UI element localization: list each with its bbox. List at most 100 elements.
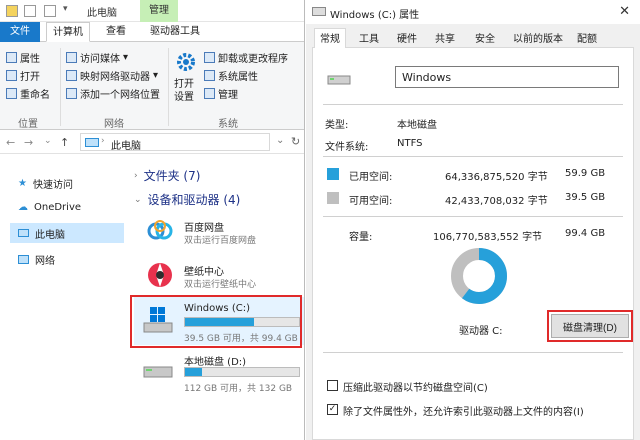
divider xyxy=(323,156,623,157)
group-location-label: 位置 xyxy=(18,119,38,130)
wallpaper-center-icon xyxy=(148,263,172,287)
refresh-icon[interactable]: ↻ xyxy=(291,135,300,148)
file-explorer-window: ▾ 此电脑 管理 文件 计算机 查看 驱动器工具 属性 打开 重命名 位置 访问… xyxy=(0,0,305,440)
map-network-drive-button[interactable]: 映射网络驱动器 ▾ xyxy=(66,68,158,83)
access-media-button[interactable]: 访问媒体 ▾ xyxy=(66,50,128,65)
tab-previous-versions[interactable]: 以前的版本 xyxy=(508,31,568,48)
dialog-tabs: 常规 工具 硬件 共享 安全 以前的版本 配额 xyxy=(312,28,634,49)
ribbon: 属性 打开 重命名 位置 访问媒体 ▾ 映射网络驱动器 ▾ 添加一个网络位置 网络 … xyxy=(0,42,304,130)
free-space-swatch xyxy=(327,192,339,204)
system-properties-button[interactable]: 系统属性 xyxy=(204,68,258,83)
uninstall-programs-button[interactable]: 卸载或更改程序 xyxy=(204,50,288,65)
back-arrow-icon[interactable]: ← xyxy=(6,136,15,149)
divider xyxy=(323,104,623,105)
network-drive-icon xyxy=(66,70,77,81)
star-icon: ★ xyxy=(18,177,27,189)
drive-name-input[interactable] xyxy=(395,66,619,88)
index-label: 除了文件属性外，还允许索引此驱动器上文件的内容(I) xyxy=(343,407,584,418)
properties-quick-icon[interactable] xyxy=(24,5,36,17)
capacity-gb: 99.4 GB xyxy=(565,228,606,239)
sidebar-item-onedrive[interactable]: ☁ OneDrive xyxy=(10,197,124,217)
tab-view[interactable]: 查看 xyxy=(100,22,132,42)
filesystem-value: NTFS xyxy=(397,138,423,149)
disk-usage-donut xyxy=(451,248,507,304)
drive-local-d[interactable]: 本地磁盘 (D:) 112 GB 可用，共 132 GB xyxy=(134,351,304,397)
new-folder-quick-icon[interactable] xyxy=(44,5,56,17)
open-button[interactable]: 打开 xyxy=(6,68,40,83)
properties-button[interactable]: 属性 xyxy=(6,50,40,65)
up-arrow-icon[interactable]: ↑ xyxy=(60,136,69,149)
highlight-box xyxy=(547,310,633,342)
chevron-right-icon: › xyxy=(134,170,138,181)
breadcrumb-separator-icon: › xyxy=(101,136,105,146)
divider xyxy=(323,216,623,217)
capacity-label: 容量: xyxy=(349,232,373,243)
tab-general[interactable]: 常规 xyxy=(314,28,346,49)
sidebar-item-this-pc[interactable]: 此电脑 xyxy=(10,223,124,243)
free-space-gb: 39.5 GB xyxy=(565,192,606,203)
free-space-bytes: 42,433,708,032 字节 xyxy=(445,196,548,207)
network-location-icon xyxy=(66,88,77,99)
tab-hardware[interactable]: 硬件 xyxy=(392,31,422,48)
content-pane: › 文件夹 (7) ⌄ 设备和驱动器 (4) 百度网盘 双击运行百度网盘 壁纸中心 … xyxy=(124,155,304,440)
type-value: 本地磁盘 xyxy=(397,120,437,131)
recent-chevron-icon[interactable]: ⌄ xyxy=(44,136,52,146)
ribbon-tabs: 文件 计算机 查看 驱动器工具 xyxy=(0,22,304,42)
tab-quota[interactable]: 配额 xyxy=(572,31,602,48)
used-space-gb: 59.9 GB xyxy=(565,168,606,179)
forward-arrow-icon[interactable]: → xyxy=(24,136,33,149)
system-icon xyxy=(204,70,215,81)
group-system-label: 系统 xyxy=(218,119,238,130)
baidu-netdisk-icon xyxy=(147,220,173,240)
breadcrumb: 此电脑 xyxy=(111,141,141,152)
group-folders-header[interactable]: › 文件夹 (7) xyxy=(134,167,200,184)
tab-computer[interactable]: 计算机 xyxy=(46,22,90,42)
rename-icon xyxy=(6,88,17,99)
capacity-bytes: 106,770,583,552 字节 xyxy=(433,232,543,243)
index-checkbox[interactable]: ✓ xyxy=(327,404,338,415)
compress-label: 压缩此驱动器以节约磁盘空间(C) xyxy=(343,383,488,394)
tab-file[interactable]: 文件 xyxy=(0,22,40,42)
media-icon xyxy=(66,52,77,63)
chevron-down-icon: ▾ xyxy=(153,70,159,81)
explorer-titlebar: ▾ 此电脑 管理 xyxy=(0,0,304,22)
used-space-swatch xyxy=(327,168,339,180)
used-space-label: 已用空间: xyxy=(349,172,393,183)
quick-access-dropdown-icon[interactable]: ▾ xyxy=(63,4,68,14)
manage-icon xyxy=(204,88,215,99)
rename-button[interactable]: 重命名 xyxy=(6,86,50,101)
window-title: 此电脑 xyxy=(87,8,117,19)
navigation-pane: ★ 快速访问 ☁ OneDrive 此电脑 网络 xyxy=(0,155,124,440)
tab-drive-tools[interactable]: 驱动器工具 xyxy=(144,22,206,42)
tab-security[interactable]: 安全 xyxy=(470,31,500,48)
cloud-icon: ☁ xyxy=(18,201,28,213)
hard-drive-icon xyxy=(143,366,173,378)
folder-open-icon xyxy=(6,70,17,81)
tab-manage[interactable]: 管理 xyxy=(140,0,178,22)
tab-tools[interactable]: 工具 xyxy=(354,31,384,48)
settings-gear-icon xyxy=(177,53,195,71)
free-space-label: 可用空间: xyxy=(349,196,393,207)
drive-wallpaper-center[interactable]: 壁纸中心 双击运行壁纸中心 xyxy=(134,259,304,293)
filesystem-label: 文件系统: xyxy=(325,142,369,153)
drive-letter-label: 驱动器 C: xyxy=(459,326,503,337)
add-network-location-button[interactable]: 添加一个网络位置 xyxy=(66,86,160,101)
manage-button[interactable]: 管理 xyxy=(204,86,238,101)
drive-properties-dialog: Windows (C:) 属性 ✕ 常规 工具 硬件 共享 安全 以前的版本 配… xyxy=(306,0,640,440)
network-icon xyxy=(18,254,29,264)
computer-icon xyxy=(85,138,99,147)
drive-icon xyxy=(312,7,326,16)
sidebar-item-quick-access[interactable]: ★ 快速访问 xyxy=(10,173,124,193)
open-settings-button[interactable]: 打开 设置 xyxy=(172,48,200,108)
drive-baidu-netdisk[interactable]: 百度网盘 双击运行百度网盘 xyxy=(134,215,304,249)
compress-checkbox[interactable] xyxy=(327,380,338,391)
tab-sharing[interactable]: 共享 xyxy=(430,31,460,48)
general-tab-panel: 类型: 本地磁盘 文件系统: NTFS 已用空间: 64,336,875,520… xyxy=(312,48,634,440)
address-bar[interactable]: › 此电脑 xyxy=(80,133,270,152)
close-icon[interactable]: ✕ xyxy=(619,4,630,19)
type-label: 类型: xyxy=(325,120,349,131)
group-devices-header[interactable]: ⌄ 设备和驱动器 (4) xyxy=(134,191,240,208)
used-space-bytes: 64,336,875,520 字节 xyxy=(445,172,548,183)
dropdown-chevron-icon[interactable]: ⌄ xyxy=(276,135,284,146)
sidebar-item-network[interactable]: 网络 xyxy=(10,249,124,269)
